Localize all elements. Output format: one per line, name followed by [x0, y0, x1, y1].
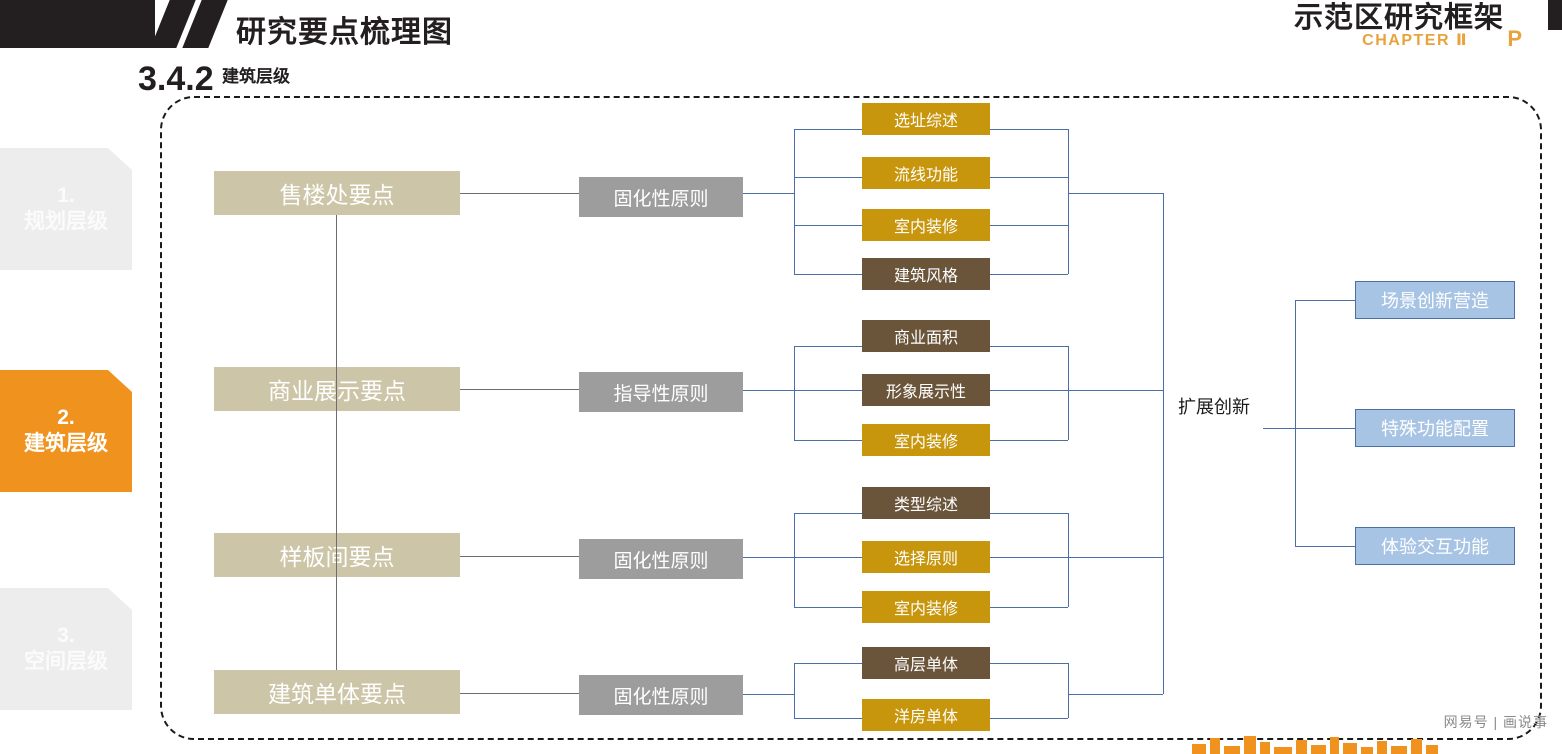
branch-1-item-4[interactable]: 建筑风格	[862, 258, 990, 290]
connector-b2-item-3	[794, 440, 862, 441]
branch-3-item-2[interactable]: 选择原则	[862, 541, 990, 573]
connector-b1-item-2	[794, 177, 862, 178]
connector-b1-to-hub	[1068, 193, 1163, 194]
connector-b1-item-3-right	[990, 225, 1068, 226]
chapter-label: CHAPTER Ⅱ	[1362, 30, 1468, 50]
connector-b2-item-1	[794, 346, 862, 347]
sidebar-item-planning-level[interactable]: 1. 规划层级	[0, 148, 132, 270]
connector-b3-principle-out	[743, 557, 794, 558]
branch-2-item-2[interactable]: 形象展示性	[862, 374, 990, 406]
connector-b2-to-hub	[1068, 390, 1163, 391]
connector-spine	[336, 215, 337, 670]
branch-3-title[interactable]: 样板间要点	[214, 533, 460, 577]
branch-2-item-1[interactable]: 商业面积	[862, 320, 990, 352]
connector-b2-item-3-right	[990, 440, 1068, 441]
connector-b1-title-principle	[460, 193, 579, 194]
branch-2-item-3[interactable]: 室内装修	[862, 424, 990, 456]
connector-b3-right-bus	[1068, 513, 1069, 607]
connector-b3-item-bus	[794, 513, 795, 607]
connector-b4-to-hub	[1068, 694, 1163, 695]
sidebar-item-1-label: 规划层级	[24, 210, 108, 233]
connector-b3-item-1-right	[990, 513, 1068, 514]
connector-hub-bus	[1163, 193, 1164, 694]
connector-b1-item-1	[794, 129, 862, 130]
connector-b1-item-2-right	[990, 177, 1068, 178]
section-label: 建筑层级	[222, 67, 290, 86]
branch-1-item-3[interactable]: 室内装修	[862, 209, 990, 241]
connector-b1-item-3	[794, 225, 862, 226]
branch-3-item-1[interactable]: 类型综述	[862, 487, 990, 519]
chapter-number: Ⅱ	[1455, 32, 1468, 49]
connector-b4-item-1-right	[990, 663, 1068, 664]
connector-b3-item-3	[794, 607, 862, 608]
sidebar-item-space-level[interactable]: 3. 空间层级	[0, 588, 132, 710]
branch-3-item-3[interactable]: 室内装修	[862, 591, 990, 623]
outcome-2[interactable]: 特殊功能配置	[1355, 409, 1515, 447]
connector-outcome-bus	[1295, 300, 1296, 546]
connector-b1-item-1-right	[990, 129, 1068, 130]
connector-b2-title-principle	[460, 389, 579, 390]
connector-b3-item-3-right	[990, 607, 1068, 608]
connector-b2-item-1-right	[990, 346, 1068, 347]
sidebar-item-2-label: 建筑层级	[24, 432, 108, 455]
connector-b3-item-2-right	[990, 557, 1068, 558]
branch-1-item-2[interactable]: 流线功能	[862, 157, 990, 189]
branch-1-title[interactable]: 售楼处要点	[214, 171, 460, 215]
chapter-word: CHAPTER	[1362, 32, 1450, 49]
section-number: 3.4.2	[138, 60, 214, 98]
connector-b4-right-bus	[1068, 663, 1069, 718]
connector-b1-right-bus	[1068, 129, 1069, 274]
connector-b2-principle-out	[743, 390, 794, 391]
connector-b2-item-2	[794, 390, 862, 391]
branch-4-item-2[interactable]: 洋房单体	[862, 699, 990, 731]
connector-b4-item-2	[794, 718, 862, 719]
connector-b1-item-4-right	[990, 274, 1068, 275]
sidebar-item-2-number: 2.	[57, 405, 75, 429]
skyline-decoration	[1192, 736, 1438, 754]
outcome-3[interactable]: 体验交互功能	[1355, 527, 1515, 565]
connector-b4-title-principle	[460, 693, 579, 694]
connector-b1-item-bus	[794, 129, 795, 274]
branch-1-item-1[interactable]: 选址综述	[862, 103, 990, 135]
connector-b3-item-2	[794, 557, 862, 558]
sidebar-item-3-number: 3.	[57, 623, 75, 647]
connector-outcome-1	[1295, 300, 1355, 301]
connector-b2-right-bus	[1068, 346, 1069, 440]
connector-b3-item-1	[794, 513, 862, 514]
connector-b2-item-2-right	[990, 390, 1068, 391]
connector-b2-item-bus	[794, 346, 795, 440]
header-right-black-bar	[1548, 0, 1562, 30]
connector-b1-item-4	[794, 274, 862, 275]
branch-4-item-1[interactable]: 高层单体	[862, 647, 990, 679]
branch-4-principle[interactable]: 固化性原则	[579, 675, 743, 715]
branch-4-title[interactable]: 建筑单体要点	[214, 670, 460, 714]
outcome-1[interactable]: 场景创新营造	[1355, 281, 1515, 319]
hub-label: 扩展创新	[1178, 397, 1250, 417]
sidebar-item-architecture-level[interactable]: 2. 建筑层级	[0, 370, 132, 492]
watermark: 网易号 | 画说事	[1443, 714, 1548, 730]
branch-1-principle[interactable]: 固化性原则	[579, 177, 743, 217]
connector-b4-item-bus	[794, 663, 795, 718]
connector-b3-title-principle	[460, 556, 579, 557]
sidebar-item-1-number: 1.	[57, 183, 75, 207]
page-marker: P	[1507, 26, 1522, 51]
connector-b4-item-1	[794, 663, 862, 664]
page-title: 研究要点梳理图	[236, 16, 453, 49]
connector-outcome-2	[1295, 428, 1355, 429]
connector-b4-principle-out	[743, 694, 794, 695]
connector-b1-principle-out	[743, 193, 794, 194]
connector-b4-item-2-right	[990, 718, 1068, 719]
branch-3-principle[interactable]: 固化性原则	[579, 539, 743, 579]
header-black-bar	[0, 0, 155, 48]
branch-2-title[interactable]: 商业展示要点	[214, 367, 460, 411]
sidebar-item-3-label: 空间层级	[24, 650, 108, 673]
connector-b3-to-hub	[1068, 557, 1163, 558]
connector-outcome-3	[1295, 546, 1355, 547]
branch-2-principle[interactable]: 指导性原则	[579, 372, 743, 412]
